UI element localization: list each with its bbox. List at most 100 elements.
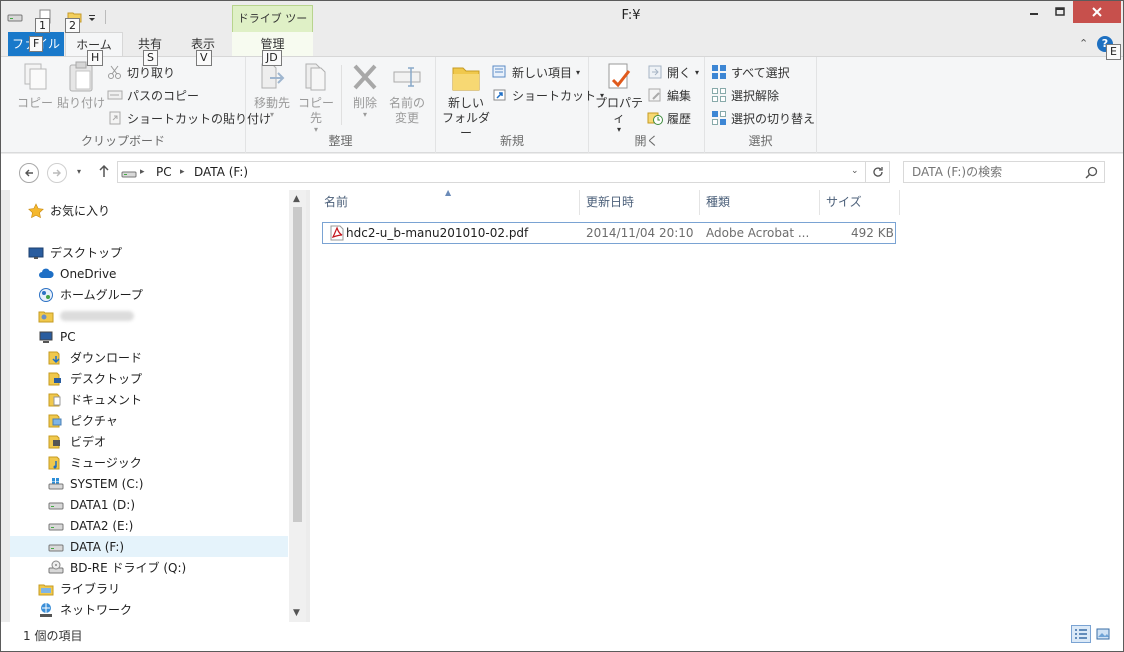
- copy-to-button[interactable]: コピー先 ▾: [294, 60, 338, 134]
- nav-item-homegroup[interactable]: ホームグループ: [10, 284, 288, 305]
- library-icon: [38, 584, 54, 595]
- new-folder-qat-icon[interactable]: 2: [65, 9, 83, 33]
- breadcrumb-separator-icon[interactable]: ▸: [140, 167, 145, 177]
- history-label: 履歴: [667, 111, 692, 126]
- nav-item-pictures[interactable]: ピクチャ: [10, 410, 288, 431]
- column-header-date[interactable]: 更新日時: [580, 190, 700, 215]
- select-all-button[interactable]: すべて選択: [711, 62, 790, 82]
- select-none-button[interactable]: 選択解除: [711, 85, 779, 105]
- search-input[interactable]: [912, 164, 1082, 180]
- tab-manage[interactable]: 管理 JD: [232, 32, 313, 66]
- nav-data-f-label: DATA (F:): [70, 539, 125, 554]
- tab-home[interactable]: ホーム H: [65, 32, 123, 66]
- title-bar: 1 2 ドライブ ツール F:¥: [1, 1, 1123, 51]
- rename-button[interactable]: 名前の 変更: [386, 60, 428, 126]
- refresh-button[interactable]: [866, 161, 890, 183]
- nav-scrollbar[interactable]: ▲ ▼: [289, 190, 306, 622]
- collapse-ribbon-icon[interactable]: ⌃: [1079, 37, 1088, 50]
- properties-qat-icon[interactable]: 1: [35, 9, 53, 33]
- tab-share[interactable]: 共有 S: [125, 32, 175, 66]
- nav-item-music[interactable]: ミュージック: [10, 452, 288, 473]
- nav-item-library[interactable]: ライブラリ: [10, 578, 288, 599]
- breadcrumb-data-f[interactable]: DATA (F:): [194, 165, 248, 179]
- drive-icon[interactable]: [7, 9, 23, 25]
- move-to-button[interactable]: 移動先 ▾: [250, 60, 294, 119]
- forward-button[interactable]: [47, 163, 67, 183]
- ribbon: コピー 貼り付け 切り取り パスのコピー ショートカットの貼り付け クリップボー…: [1, 56, 1123, 153]
- address-bar[interactable]: ▸ PC ▸ DATA (F:) ⌄: [117, 161, 866, 183]
- details-view-button[interactable]: [1071, 625, 1091, 643]
- breadcrumb-separator-icon[interactable]: ▸: [180, 167, 185, 177]
- edit-button[interactable]: 編集: [647, 85, 691, 105]
- scroll-up-icon[interactable]: ▲: [293, 194, 300, 204]
- nav-pc-label: PC: [60, 329, 76, 344]
- keytip-e: E: [1106, 44, 1121, 60]
- nav-item-system-c[interactable]: SYSTEM (C:): [10, 473, 288, 494]
- nav-item-pc[interactable]: PC: [10, 326, 288, 347]
- drive-icon: [121, 171, 137, 178]
- windows-drive-icon: [48, 477, 64, 489]
- item-count: 1 個の項目: [23, 629, 83, 643]
- nav-item-data1-d[interactable]: DATA1 (D:): [10, 494, 288, 515]
- customize-qat-icon[interactable]: [87, 9, 97, 25]
- nav-item-bdre-q[interactable]: BD-RE ドライブ (Q:): [10, 557, 288, 578]
- nav-item-desktop[interactable]: デスクトップ: [10, 242, 288, 263]
- nav-item-downloads[interactable]: ダウンロード: [10, 347, 288, 368]
- shortcut-button[interactable]: ショートカット ▾: [492, 85, 604, 105]
- nav-item-onedrive[interactable]: OneDrive: [10, 263, 288, 284]
- new-item-icon: [492, 65, 506, 78]
- new-item-button[interactable]: 新しい項目 ▾: [492, 62, 580, 82]
- nav-item-favorites[interactable]: お気に入り: [10, 200, 288, 221]
- close-button[interactable]: [1073, 1, 1121, 23]
- select-all-icon: [712, 65, 726, 79]
- delete-icon: [353, 64, 377, 90]
- delete-button[interactable]: 削除 ▾: [346, 60, 384, 119]
- open-button[interactable]: 開く ▾: [647, 62, 699, 82]
- clipboard-group-label: クリップボード: [80, 134, 165, 148]
- videos-folder-icon: [48, 435, 60, 448]
- properties-button[interactable]: プロパティ ▾: [593, 60, 645, 134]
- nav-onedrive-label: OneDrive: [60, 266, 117, 281]
- organize-group: 移動先 ▾ コピー先 ▾ 削除 ▾ 名前の 変更 整理: [246, 57, 436, 153]
- nav-pc-desktop-label: デスクトップ: [70, 372, 143, 386]
- properties-icon: [608, 63, 631, 89]
- large-icons-view-button[interactable]: [1093, 625, 1113, 643]
- scroll-down-icon[interactable]: ▼: [293, 608, 300, 618]
- tab-view[interactable]: 表示 V: [177, 32, 229, 66]
- invert-selection-button[interactable]: 選択の切り替え: [711, 108, 815, 128]
- maximize-button[interactable]: [1047, 1, 1073, 23]
- drive-tools-context-label: ドライブ ツール: [232, 5, 313, 51]
- nav-item-data2-e[interactable]: DATA2 (E:): [10, 515, 288, 536]
- nav-item-documents[interactable]: ドキュメント: [10, 389, 288, 410]
- minimize-button[interactable]: [1020, 1, 1047, 23]
- nav-item-pc-desktop[interactable]: デスクトップ: [10, 368, 288, 389]
- cut-button[interactable]: 切り取り: [107, 62, 175, 82]
- nav-item-network[interactable]: ネットワーク: [10, 599, 288, 620]
- select-none-label: 選択解除: [731, 88, 780, 103]
- nav-item-data-f[interactable]: DATA (F:): [10, 536, 288, 557]
- select-all-label: すべて選択: [731, 65, 790, 80]
- new-folder-button[interactable]: 新しい フォルダー: [440, 60, 492, 141]
- new-group: 新しい フォルダー 新しい項目 ▾ ショートカット ▾ 新規: [436, 57, 604, 153]
- column-header-size[interactable]: サイズ: [820, 190, 900, 215]
- column-header-name[interactable]: 名前: [318, 190, 580, 215]
- scrollbar-thumb[interactable]: [293, 207, 302, 522]
- column-header-type[interactable]: 種類: [700, 190, 820, 215]
- table-row[interactable]: hdc2-u_b-manu201010-02.pdf 2014/11/04 20…: [322, 222, 896, 244]
- up-button[interactable]: [97, 163, 111, 182]
- address-dropdown-icon[interactable]: ⌄: [851, 166, 859, 176]
- recent-locations-chevron-icon[interactable]: ▾: [77, 167, 81, 176]
- nav-pictures-label: ピクチャ: [70, 414, 118, 428]
- nav-item-videos[interactable]: ビデオ: [10, 431, 288, 452]
- history-button[interactable]: 履歴: [647, 108, 691, 128]
- paste-button[interactable]: 貼り付け: [57, 60, 105, 111]
- copy-path-button[interactable]: パスのコピー: [107, 85, 199, 105]
- nav-item-user-folder[interactable]: [10, 305, 288, 326]
- tab-file[interactable]: ファイル F: [8, 32, 64, 56]
- breadcrumb-pc[interactable]: PC: [156, 165, 172, 179]
- copy-button[interactable]: コピー: [13, 60, 57, 111]
- nav-favorites-label: お気に入り: [50, 204, 111, 218]
- delete-dropdown-icon: ▾: [362, 110, 367, 119]
- status-bar: 1 個の項目: [1, 622, 1123, 651]
- back-button[interactable]: [19, 163, 39, 183]
